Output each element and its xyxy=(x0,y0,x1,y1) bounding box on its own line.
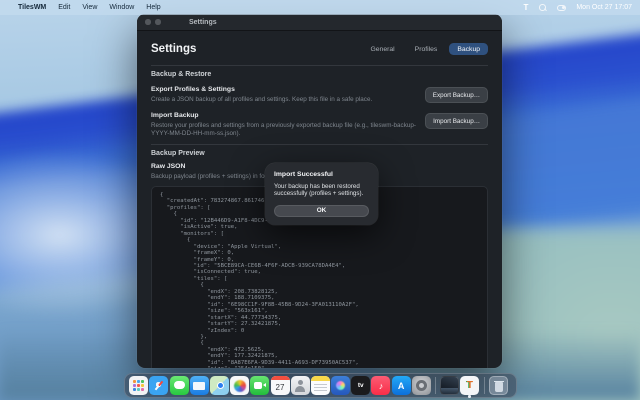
section-divider xyxy=(151,144,488,145)
dock-item-tileswm-wrap: T xyxy=(460,376,480,398)
tileswm-running-dot xyxy=(468,395,471,398)
import-row-description: Restore your profiles and settings from … xyxy=(151,122,416,137)
trash-icon[interactable] xyxy=(488,376,508,395)
window-header: Settings General Profiles Backup xyxy=(151,39,488,59)
tab-profiles[interactable]: Profiles xyxy=(407,43,446,55)
menu-window[interactable]: Window xyxy=(109,4,134,11)
tileswm-status-icon[interactable]: T xyxy=(523,3,528,12)
ok-button[interactable]: OK xyxy=(274,204,369,217)
system-settings-icon[interactable] xyxy=(411,376,431,395)
calendar-icon-header xyxy=(270,376,290,380)
safari-icon[interactable] xyxy=(149,376,169,395)
page-title: Settings xyxy=(151,43,197,55)
tileswm-app-icon[interactable]: T xyxy=(460,376,480,395)
contacts-icon[interactable] xyxy=(290,376,310,395)
section-backup-restore: Backup & Restore xyxy=(151,71,212,78)
control-center-icon[interactable] xyxy=(557,4,567,11)
spotlight-search-icon[interactable] xyxy=(539,4,546,11)
close-window-button[interactable] xyxy=(145,19,151,25)
dock-separator xyxy=(435,377,436,394)
export-row-title: Export Profiles & Settings xyxy=(151,86,235,93)
facetime-icon[interactable] xyxy=(250,376,270,395)
appstore-glyph: A xyxy=(397,380,405,391)
maps-icon[interactable] xyxy=(209,376,229,395)
dock: 27 tv ♪ A T xyxy=(124,373,517,398)
import-backup-row: Import Backup Restore your profiles and … xyxy=(151,112,488,138)
menu-view[interactable]: View xyxy=(82,4,97,11)
import-successful-dialog: Import Successful Your backup has been r… xyxy=(265,163,378,225)
photos-icon[interactable] xyxy=(230,376,250,395)
window-titlebar[interactable]: Settings xyxy=(137,14,502,31)
menu-bar-clock[interactable]: Mon Oct 27 17:07 xyxy=(576,4,632,11)
dialog-title: Import Successful xyxy=(274,171,333,178)
tileswm-glyph: T xyxy=(466,380,473,391)
dialog-message: Your backup has been restored successful… xyxy=(274,183,364,198)
calendar-icon[interactable]: 27 xyxy=(270,376,290,395)
music-note-glyph: ♪ xyxy=(378,380,384,391)
import-backup-button[interactable]: Import Backup… xyxy=(425,113,488,129)
header-divider xyxy=(151,65,488,66)
launchpad-icon[interactable] xyxy=(129,376,149,395)
menu-app-name[interactable]: TilesWM xyxy=(18,4,46,11)
section-backup-preview: Backup Preview xyxy=(151,150,205,157)
notes-icon[interactable] xyxy=(310,376,330,395)
dock-separator-trash xyxy=(483,377,485,394)
window-preview-thumbnail[interactable] xyxy=(440,376,460,395)
tab-general[interactable]: General xyxy=(362,43,402,55)
menu-help[interactable]: Help xyxy=(146,4,160,11)
app-store-icon[interactable]: A xyxy=(391,376,411,395)
tab-bar: General Profiles Backup xyxy=(362,43,488,55)
apple-tv-icon[interactable]: tv xyxy=(351,376,371,395)
tab-backup[interactable]: Backup xyxy=(449,43,488,55)
launchpad-grid xyxy=(133,380,145,391)
siri-icon[interactable] xyxy=(331,376,351,395)
menu-bar: TilesWM Edit View Window Help T Mon Oct … xyxy=(0,0,640,15)
music-icon[interactable]: ♪ xyxy=(371,376,391,395)
mail-icon[interactable] xyxy=(189,376,209,395)
export-row-description: Create a JSON backup of all profiles and… xyxy=(151,96,373,103)
menu-edit[interactable]: Edit xyxy=(58,4,70,11)
calendar-day-number: 27 xyxy=(275,383,285,392)
export-backup-button[interactable]: Export Backup… xyxy=(424,87,488,103)
export-settings-row: Export Profiles & Settings Create a JSON… xyxy=(151,86,488,104)
window-title: Settings xyxy=(189,18,217,26)
tv-glyph: tv xyxy=(357,382,364,389)
messages-icon[interactable] xyxy=(169,376,189,395)
import-row-title: Import Backup xyxy=(151,112,199,119)
minimize-window-button[interactable] xyxy=(155,19,161,25)
